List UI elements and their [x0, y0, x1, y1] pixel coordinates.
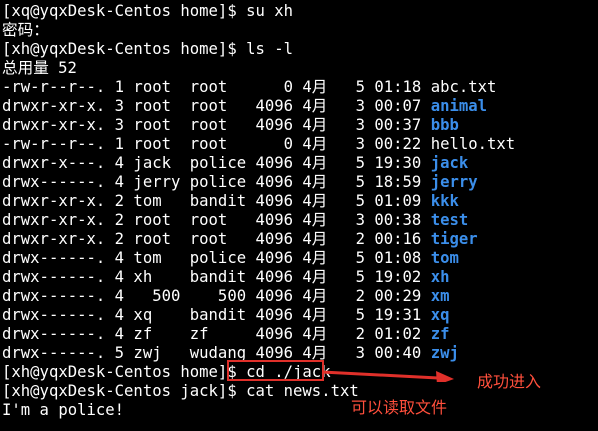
- terminal-line: [xh@yqxDesk-Centos home]$ ls -l: [2, 40, 293, 59]
- terminal-line-text: [xh@yqxDesk-Centos jack]$ cat news.txt: [2, 382, 359, 400]
- terminal-line-text: I'm a police!: [2, 401, 125, 419]
- terminal-line: 总用量 52: [2, 59, 77, 78]
- terminal-line: drwx------. 4 500 500 4096 4月 2 00:29 xm: [2, 287, 449, 306]
- terminal-line: drwxr-xr-x. 3 root root 4096 4月 3 00:07 …: [2, 97, 487, 116]
- directory-name: zwj: [430, 344, 459, 362]
- terminal-line-text: [xq@yqxDesk-Centos home]$ su xh: [2, 2, 294, 20]
- file-name: hello.txt: [430, 135, 516, 153]
- terminal-line-text: drwxr-xr-x. 2 root root 4096 4月 3 00:38: [2, 211, 431, 229]
- terminal-line-text: [xh@yqxDesk-Centos home]$ ls -l: [2, 40, 294, 58]
- terminal-line-text: drwxr-xr-x. 3 root root 4096 4月 3 00:37: [2, 116, 431, 134]
- directory-name: test: [430, 211, 469, 229]
- directory-name: bbb: [430, 116, 459, 134]
- terminal-line-text: -rw-r--r--. 1 root root 0 4月 3 00:22: [2, 135, 431, 153]
- file-name: abc.txt: [430, 78, 497, 96]
- terminal-line: drwx------. 4 jerry police 4096 4月 5 18:…: [2, 173, 478, 192]
- terminal-line: -rw-r--r--. 1 root root 0 4月 3 00:22 hel…: [2, 135, 515, 154]
- terminal-line: [xq@yqxDesk-Centos home]$ su xh: [2, 2, 293, 21]
- directory-name: kkk: [430, 192, 459, 210]
- directory-name: tiger: [430, 230, 478, 248]
- terminal-line-text: 密码：: [2, 21, 49, 39]
- terminal-line: drwxr-xr-x. 2 root root 4096 4月 2 00:16 …: [2, 230, 478, 249]
- directory-name: zf: [430, 325, 450, 343]
- terminal-line-text: drwx------. 4 jerry police 4096 4月 5 18:…: [2, 173, 431, 191]
- terminal-line: drwx------. 4 tom police 4096 4月 5 01:08…: [2, 249, 459, 268]
- terminal-line: -rw-r--r--. 1 root root 0 4月 5 01:18 abc…: [2, 78, 496, 97]
- directory-name: jerry: [430, 173, 478, 191]
- terminal-line-text: drwxr-xr-x. 2 tom bandit 4096 4月 5 01:09: [2, 192, 431, 210]
- highlight-box-cd-command: [227, 360, 324, 381]
- terminal-line: drwx------. 4 zf zf 4096 4月 2 01:02 zf: [2, 325, 449, 344]
- terminal-line-text: 总用量 52: [2, 59, 77, 77]
- terminal-line-text: drwx------. 4 xh bandit 4096 4月 5 19:02: [2, 268, 431, 286]
- terminal-line: I'm a police!: [2, 401, 124, 420]
- directory-name: tom: [430, 249, 459, 267]
- terminal-line: 密码：: [2, 21, 49, 40]
- terminal-line: drwxr-xr-x. 2 tom bandit 4096 4月 5 01:09…: [2, 192, 459, 211]
- terminal-line: [xh@yqxDesk-Centos jack]$ cat news.txt: [2, 382, 359, 401]
- terminal-line-text: -rw-r--r--. 1 root root 0 4月 5 01:18: [2, 78, 431, 96]
- terminal-line-text: drwx------. 4 500 500 4096 4月 2 00:29: [2, 287, 431, 305]
- terminal-line-text: drwxr-xr-x. 3 root root 4096 4月 3 00:07: [2, 97, 431, 115]
- directory-name: jack: [430, 154, 469, 172]
- terminal-line: drwxr-xr-x. 3 root root 4096 4月 3 00:37 …: [2, 116, 459, 135]
- annotation-file-label: 可以读取文件: [351, 398, 448, 417]
- terminal-line-text: drwx------. 4 xq bandit 4096 4月 5 19:31: [2, 306, 431, 324]
- terminal-line-text: drwxr-x---. 4 jack police 4096 4月 5 19:3…: [2, 154, 431, 172]
- annotation-success-label: 成功进入: [477, 372, 542, 391]
- terminal-line-text: drwx------. 4 tom police 4096 4月 5 01:08: [2, 249, 431, 267]
- directory-name: xq: [430, 306, 450, 324]
- terminal-line-text: drwxr-xr-x. 2 root root 4096 4月 2 00:16: [2, 230, 431, 248]
- directory-name: xh: [430, 268, 450, 286]
- terminal-line: drwx------. 4 xh bandit 4096 4月 5 19:02 …: [2, 268, 449, 287]
- terminal-line-text: drwx------. 5 zwj wudang 4096 4月 3 00:40: [2, 344, 431, 362]
- terminal-line: drwxr-xr-x. 2 root root 4096 4月 3 00:38 …: [2, 211, 468, 230]
- arrow-icon: [321, 370, 454, 382]
- directory-name: xm: [430, 287, 450, 305]
- terminal-line: drwx------. 4 xq bandit 4096 4月 5 19:31 …: [2, 306, 449, 325]
- terminal-line: drwxr-x---. 4 jack police 4096 4月 5 19:3…: [2, 154, 468, 173]
- terminal-line-text: drwx------. 4 zf zf 4096 4月 2 01:02: [2, 325, 431, 343]
- directory-name: animal: [430, 97, 488, 115]
